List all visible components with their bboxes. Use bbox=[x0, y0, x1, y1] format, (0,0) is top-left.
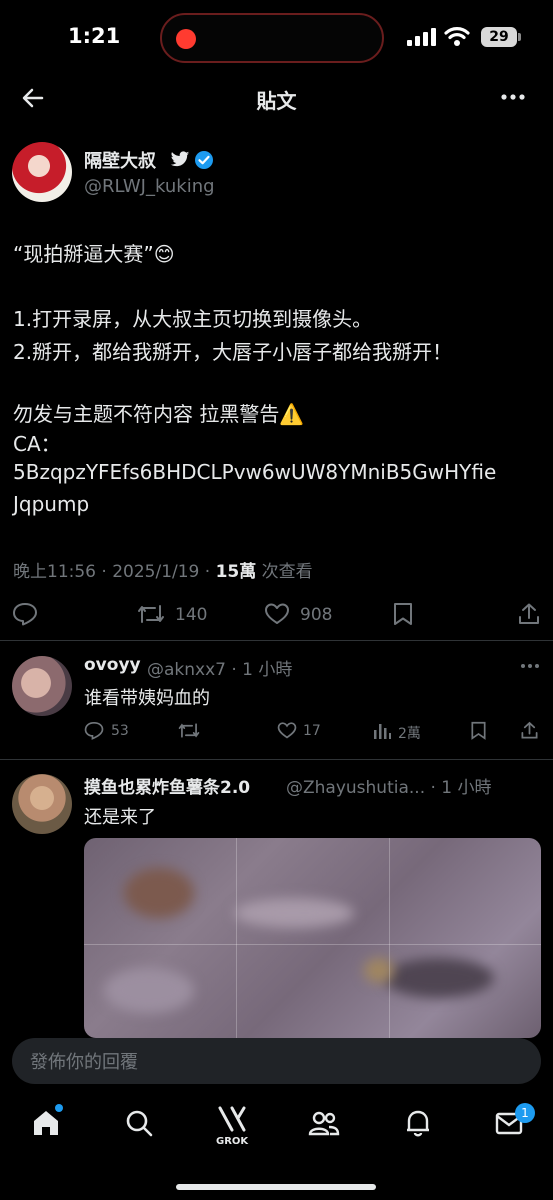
page-title: 貼文 bbox=[256, 89, 297, 113]
home-notification-dot bbox=[55, 1104, 63, 1112]
reply-like-icon[interactable] bbox=[277, 721, 297, 740]
more-options-icon[interactable] bbox=[500, 92, 526, 102]
notifications-bell-icon[interactable] bbox=[404, 1108, 432, 1138]
status-time: 1:21 bbox=[68, 24, 121, 48]
post-timestamp: 晚上11:56 · 2025/1/19 · bbox=[13, 562, 216, 582]
post-text-line: CA： bbox=[13, 432, 61, 456]
share-icon[interactable] bbox=[517, 602, 541, 626]
post-text-line: 2.掰开，都给我掰开，大唇子小唇子都给我掰开！ bbox=[13, 340, 453, 364]
post-text-line: 1.打开录屏，从大叔主页切换到摄像头。 bbox=[13, 307, 373, 331]
reply-avatar[interactable] bbox=[12, 774, 72, 834]
divider bbox=[0, 759, 553, 760]
reply-share-icon[interactable] bbox=[520, 721, 539, 740]
reply-text: 还是来了 bbox=[84, 807, 156, 828]
reply-repost-icon[interactable] bbox=[178, 721, 200, 740]
reply-media-image[interactable] bbox=[84, 838, 541, 1038]
battery-level: 29 bbox=[481, 27, 517, 47]
reply-views-icon[interactable] bbox=[373, 722, 391, 739]
author-avatar[interactable] bbox=[12, 142, 72, 202]
reply-handle[interactable]: @Zhayushutia... · 1 小時 bbox=[286, 773, 492, 798]
post-metadata: 晚上11:56 · 2025/1/19 · 15萬 次查看 bbox=[13, 557, 313, 582]
reply-input-placeholder[interactable]: 發佈你的回覆 bbox=[30, 1048, 138, 1074]
home-indicator bbox=[176, 1184, 376, 1190]
like-count: 908 bbox=[300, 605, 333, 625]
communities-icon[interactable] bbox=[308, 1108, 340, 1138]
view-count: 15萬 bbox=[215, 562, 257, 582]
repost-count: 140 bbox=[175, 605, 208, 625]
post-text-line: “现拍掰逼大赛”😊 bbox=[13, 242, 175, 266]
contract-address-text: 5BzqpzYFEfs6BHDCLPvw6wUW8YMniB5GwHYfie bbox=[13, 460, 497, 484]
verified-badge-icon bbox=[195, 151, 213, 169]
reply-author-name[interactable]: 摸鱼也累炸鱼薯条2.0 bbox=[84, 773, 250, 798]
post-text-line: 勿发与主题不符内容 拉黑警告⚠️ bbox=[13, 402, 305, 426]
home-icon[interactable] bbox=[31, 1108, 61, 1138]
reply-handle[interactable]: @aknxx7 · 1 小時 bbox=[147, 655, 292, 680]
view-label: 次查看 bbox=[256, 562, 313, 582]
cellular-signal-icon bbox=[407, 28, 436, 46]
battery-tip bbox=[518, 33, 521, 41]
search-icon[interactable] bbox=[124, 1108, 154, 1138]
messages-badge: 1 bbox=[515, 1103, 535, 1123]
grok-label: GROK bbox=[216, 1136, 249, 1147]
author-handle[interactable]: @RLWJ_kuking bbox=[84, 176, 215, 197]
bookmark-icon[interactable] bbox=[392, 602, 414, 626]
reply-more-icon[interactable] bbox=[520, 663, 540, 669]
reply-view-count: 2萬 bbox=[398, 726, 421, 742]
wifi-icon bbox=[444, 27, 470, 46]
bird-icon bbox=[170, 151, 190, 167]
reply-comment-count: 53 bbox=[111, 723, 129, 739]
reply-author-name[interactable]: ovoyy bbox=[84, 655, 141, 675]
reply-text: 谁看带姨妈血的 bbox=[84, 688, 210, 709]
contract-address-text: Jqpump bbox=[13, 492, 90, 516]
author-name[interactable]: 隔壁大叔 bbox=[84, 147, 156, 173]
repost-icon[interactable] bbox=[137, 602, 165, 626]
recording-indicator-icon bbox=[176, 29, 196, 49]
reply-bookmark-icon[interactable] bbox=[470, 721, 487, 740]
reply-like-count: 17 bbox=[303, 723, 321, 739]
reply-comment-icon[interactable] bbox=[84, 721, 104, 740]
divider bbox=[0, 640, 553, 641]
like-icon[interactable] bbox=[264, 602, 290, 626]
reply-icon[interactable] bbox=[12, 602, 38, 626]
reply-avatar[interactable] bbox=[12, 656, 72, 716]
grok-icon[interactable] bbox=[216, 1104, 248, 1134]
